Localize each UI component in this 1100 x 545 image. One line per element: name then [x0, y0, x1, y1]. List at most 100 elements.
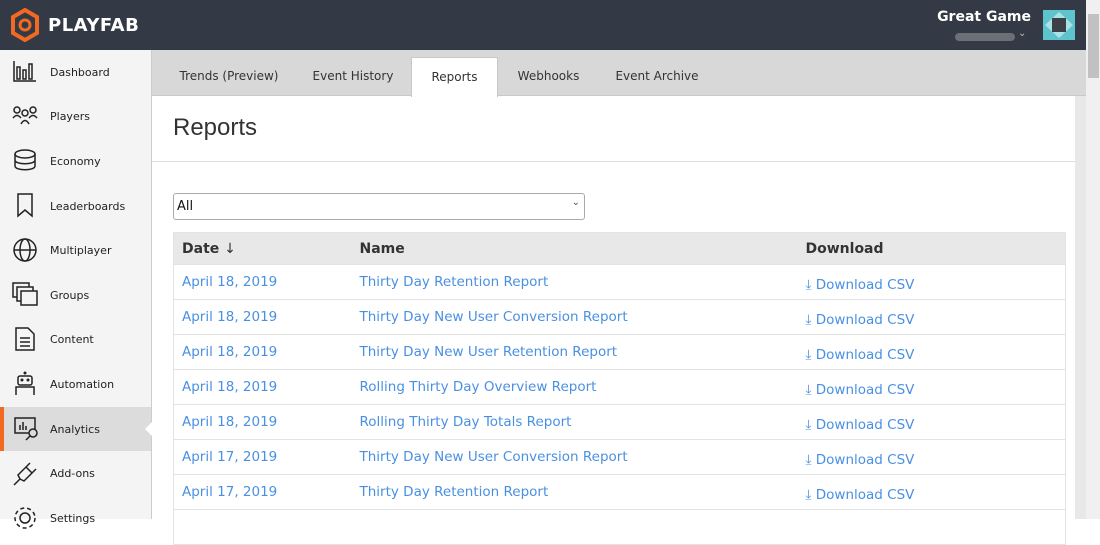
download-csv-link[interactable]: ⤓ Download CSV [797, 264, 1066, 300]
download-icon: ⤓ [805, 417, 812, 433]
table-row: April 18, 2019 Thirty Day New User Retent… [173, 334, 1066, 370]
download-label: Download CSV [815, 347, 915, 363]
sidebar-item-label: Settings [50, 511, 96, 525]
scrollbar-thumb[interactable] [1088, 14, 1099, 78]
reports-table: Date ↓ Name Download April 18, 2019 Thirt… [173, 232, 1066, 545]
tab-webhooks[interactable]: Webhooks [507, 50, 590, 96]
sidebar-item-analytics[interactable]: Analytics [0, 406, 152, 452]
tab-bar: Trends (Preview) Event History Reports W… [152, 50, 1086, 97]
sidebar: Dashboard Players Economy Leaderboards Multi… [0, 50, 152, 529]
sidebar-item-label: Players [50, 110, 90, 124]
download-csv-link[interactable]: ⤓ Download CSV [797, 439, 1066, 475]
table-row: April 17, 2019 Thirty Day New User Conver… [173, 439, 1066, 475]
top-header: PLAYFAB Great Game ⌄ [0, 0, 1086, 50]
bar-chart-icon [0, 59, 50, 85]
playfab-logo-icon [11, 8, 39, 42]
sort-arrow-icon: ↓ [224, 240, 236, 257]
download-csv-link[interactable]: ⤓ Download CSV [797, 404, 1066, 440]
table-row: April 17, 2019 Thirty Day Retention Repor… [173, 474, 1066, 510]
sidebar-item-add-ons[interactable]: Add-ons [0, 451, 151, 496]
report-name-link[interactable] [351, 509, 798, 545]
redacted-account [955, 33, 1015, 41]
gear-icon [0, 505, 50, 531]
report-date-link[interactable]: April 17, 2019 [173, 474, 352, 510]
report-filter-select[interactable]: All ⌄ [173, 193, 585, 220]
download-label: Download CSV [815, 487, 915, 503]
report-name-link[interactable]: Thirty Day Retention Report [351, 264, 798, 300]
sidebar-item-dashboard[interactable]: Dashboard [0, 50, 151, 95]
plug-icon [0, 461, 50, 487]
sidebar-item-label: Content [50, 333, 94, 347]
column-date[interactable]: Date ↓ [173, 232, 352, 265]
report-date-link[interactable]: April 18, 2019 [173, 404, 352, 440]
download-csv-link[interactable]: ⤓ Download CSV [797, 369, 1066, 405]
report-date-link[interactable]: April 18, 2019 [173, 299, 352, 335]
groups-icon [0, 282, 50, 308]
chevron-down-icon: ⌄ [571, 197, 580, 208]
report-name-link[interactable]: Thirty Day New User Retention Report [351, 334, 798, 370]
select-value: All [177, 199, 194, 214]
content-right-edge [1075, 96, 1086, 519]
download-icon: ⤓ [805, 277, 812, 293]
tab-event-archive[interactable]: Event Archive [607, 50, 707, 96]
bookmark-icon [0, 193, 50, 219]
report-date-link[interactable]: April 18, 2019 [173, 264, 352, 300]
robot-icon [0, 371, 50, 397]
table-row: April 18, 2019 Rolling Thirty Day Overvie… [173, 369, 1066, 405]
tab-trends[interactable]: Trends (Preview) [172, 50, 286, 96]
sidebar-item-leaderboards[interactable]: Leaderboards [0, 184, 151, 229]
coins-icon [0, 148, 50, 174]
report-date-link[interactable]: April 18, 2019 [173, 334, 352, 370]
sidebar-item-settings[interactable]: Settings [0, 496, 151, 541]
download-csv-link[interactable] [797, 509, 1066, 545]
tab-event-history[interactable]: Event History [302, 50, 404, 96]
report-date-link[interactable] [173, 509, 352, 545]
players-icon [0, 104, 50, 130]
sidebar-item-content[interactable]: Content [0, 318, 151, 363]
sidebar-item-label: Economy [50, 154, 101, 168]
report-date-link[interactable]: April 18, 2019 [173, 369, 352, 405]
sidebar-item-label: Dashboard [50, 65, 110, 79]
divider [152, 161, 1086, 162]
sidebar-item-label: Leaderboards [50, 199, 126, 213]
sidebar-item-label: Groups [50, 288, 90, 302]
download-csv-link[interactable]: ⤓ Download CSV [797, 334, 1066, 370]
download-label: Download CSV [815, 312, 915, 328]
tab-reports[interactable]: Reports [411, 57, 498, 97]
download-icon: ⤓ [805, 487, 812, 503]
column-download: Download [797, 232, 1066, 265]
download-label: Download CSV [815, 452, 915, 468]
sidebar-item-players[interactable]: Players [0, 95, 151, 140]
document-icon [0, 327, 50, 353]
brand-name: PLAYFAB [48, 14, 140, 36]
chevron-down-icon[interactable]: ⌄ [1018, 28, 1026, 39]
table-row: April 18, 2019 Thirty Day Retention Repor… [173, 264, 1066, 300]
download-icon: ⤓ [805, 382, 812, 398]
download-label: Download CSV [815, 277, 915, 293]
report-name-link[interactable]: Thirty Day New User Conversion Report [351, 439, 798, 475]
game-title[interactable]: Great Game [937, 9, 1031, 25]
table-row: April 18, 2019 Thirty Day New User Conver… [173, 299, 1066, 335]
report-name-link[interactable]: Thirty Day Retention Report [351, 474, 798, 510]
report-date-link[interactable]: April 17, 2019 [173, 439, 352, 475]
analytics-icon [4, 416, 50, 442]
download-icon: ⤓ [805, 452, 812, 468]
report-name-link[interactable]: Rolling Thirty Day Totals Report [351, 404, 798, 440]
sidebar-item-label: Multiplayer [50, 244, 112, 258]
column-name: Name [351, 232, 798, 265]
download-csv-link[interactable]: ⤓ Download CSV [797, 299, 1066, 335]
download-icon: ⤓ [805, 347, 812, 363]
report-name-link[interactable]: Thirty Day New User Conversion Report [351, 299, 798, 335]
sidebar-item-economy[interactable]: Economy [0, 139, 151, 184]
sidebar-item-groups[interactable]: Groups [0, 273, 151, 318]
download-icon: ⤓ [805, 312, 812, 328]
download-csv-link[interactable]: ⤓ Download CSV [797, 474, 1066, 510]
report-name-link[interactable]: Rolling Thirty Day Overview Report [351, 369, 798, 405]
game-icon[interactable] [1043, 10, 1075, 40]
date-header-label: Date [182, 240, 220, 257]
sidebar-item-label: Add-ons [50, 467, 95, 481]
sidebar-item-automation[interactable]: Automation [0, 362, 151, 407]
playfab-logo[interactable]: PLAYFAB [10, 8, 139, 42]
table-header-row: Date ↓ Name Download [173, 232, 1066, 265]
sidebar-item-multiplayer[interactable]: Multiplayer [0, 228, 151, 273]
